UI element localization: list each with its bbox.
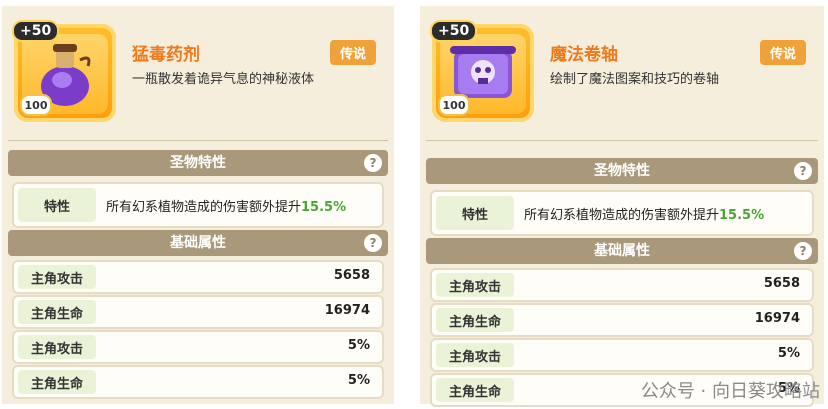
trait-description: 所有幻系植物造成的伤害额外提升 <box>106 200 302 215</box>
stat-label: 主角生命 <box>18 300 96 324</box>
section-title: 圣物特性 <box>170 155 226 171</box>
trait-percent: 15.5% <box>301 200 347 215</box>
trait-row: 特性 所有幻系植物造成的伤害额外提升15.5% <box>430 190 814 236</box>
stat-row: 主角生命 16974 <box>12 295 384 329</box>
section-title: 基础属性 <box>594 243 650 259</box>
stat-value: 16974 <box>754 311 800 326</box>
divider <box>8 140 388 141</box>
help-icon[interactable]: ? <box>794 162 812 180</box>
stat-value: 5658 <box>333 268 370 283</box>
trait-label: 特性 <box>436 196 514 230</box>
relic-card-scroll: +50 100 魔法卷轴 绘制了魔法图案和技巧的卷轴 传说 圣物特性 ? 特性 … <box>420 6 824 407</box>
stat-value: 5% <box>347 373 370 388</box>
level-badge: 100 <box>20 94 52 116</box>
stat-label: 主角攻击 <box>436 273 514 297</box>
relic-card-poison: +50 100 猛毒药剂 一瓶散发着诡异气息的神秘液体 传说 圣物特性 ? 特性… <box>2 6 394 404</box>
stat-row: 主角攻击 5658 <box>12 260 384 294</box>
stat-row: 主角生命 5% <box>12 365 384 399</box>
trait-row: 特性 所有幻系植物造成的伤害额外提升15.5% <box>12 182 384 228</box>
stat-value: 5% <box>777 346 800 361</box>
relic-title: 魔法卷轴 <box>550 45 618 65</box>
rarity-badge: 传说 <box>759 40 806 65</box>
stat-row: 主角攻击 5% <box>12 330 384 364</box>
help-icon[interactable]: ? <box>364 234 382 252</box>
relic-description: 绘制了魔法图案和技巧的卷轴 <box>550 72 720 87</box>
watermark: 公众号 · 向日葵攻略站 <box>640 381 820 402</box>
stat-row: 主角攻击 5% <box>430 338 814 372</box>
stat-label: 主角生命 <box>436 378 514 402</box>
stat-label: 主角生命 <box>18 370 96 394</box>
stat-value: 5% <box>347 338 370 353</box>
trait-text: 所有幻系植物造成的伤害额外提升15.5% <box>524 204 764 223</box>
help-icon[interactable]: ? <box>794 242 812 260</box>
rarity-badge: 传说 <box>329 40 376 65</box>
stat-value: 16974 <box>324 303 370 318</box>
stat-row: 主角攻击 5658 <box>430 268 814 302</box>
relic-title: 猛毒药剂 <box>132 45 200 65</box>
relic-icon-frame[interactable]: +50 100 <box>12 20 116 122</box>
relic-icon-frame[interactable]: +50 100 <box>430 20 534 122</box>
section-header-base-stats: 基础属性 ? <box>426 238 818 264</box>
stat-label: 主角攻击 <box>436 343 514 367</box>
section-header-relic-trait: 圣物特性 ? <box>8 150 388 176</box>
divider <box>426 140 818 141</box>
section-title: 圣物特性 <box>594 163 650 179</box>
trait-text: 所有幻系植物造成的伤害额外提升15.5% <box>106 196 346 215</box>
stat-row: 主角生命 16974 <box>430 303 814 337</box>
help-icon[interactable]: ? <box>364 154 382 172</box>
stat-value: 5658 <box>763 276 800 291</box>
stat-label: 主角生命 <box>436 308 514 332</box>
upgrade-plus-badge: +50 <box>430 20 478 42</box>
trait-percent: 15.5% <box>719 208 765 223</box>
trait-description: 所有幻系植物造成的伤害额外提升 <box>524 208 720 223</box>
relic-description: 一瓶散发着诡异气息的神秘液体 <box>132 72 315 87</box>
level-badge: 100 <box>438 94 470 116</box>
stat-label: 主角攻击 <box>18 265 96 289</box>
stat-label: 主角攻击 <box>18 335 96 359</box>
section-header-relic-trait: 圣物特性 ? <box>426 158 818 184</box>
section-title: 基础属性 <box>170 235 226 251</box>
trait-label: 特性 <box>18 188 96 222</box>
section-header-base-stats: 基础属性 ? <box>8 230 388 256</box>
upgrade-plus-badge: +50 <box>12 20 60 42</box>
